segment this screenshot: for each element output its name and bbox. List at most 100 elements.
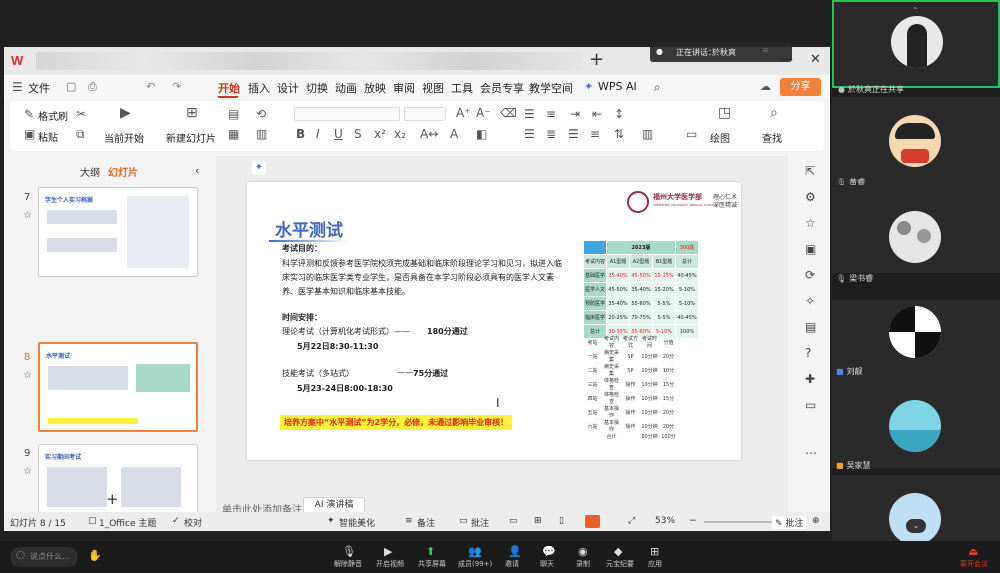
find-button[interactable]: 查找: [762, 130, 782, 145]
ai-assistant-icon[interactable]: ✦: [252, 161, 266, 175]
cut-icon[interactable]: ✂: [76, 107, 86, 121]
theme-name[interactable]: 1_Office 主题: [99, 516, 156, 529]
format-painter-button[interactable]: 格式刷: [38, 108, 68, 123]
participant-tile[interactable]: ⌄: [832, 475, 1000, 545]
star-icon[interactable]: ☆: [23, 370, 32, 381]
menu-tab-review[interactable]: 审阅: [393, 80, 415, 96]
expand-list-icon[interactable]: ⌄: [906, 519, 926, 533]
outdent-icon[interactable]: ⇤: [592, 107, 602, 121]
slide-thumbnail-8[interactable]: 水平测试: [38, 342, 198, 432]
line-spacing-icon[interactable]: ↕: [614, 107, 624, 121]
apps-icon[interactable]: ⊞: [650, 545, 659, 558]
mic-muted-icon[interactable]: 🎙: [342, 545, 356, 558]
start-video-button[interactable]: 开启视频: [376, 559, 404, 569]
template-icon[interactable]: ▣: [805, 242, 816, 256]
align-right-icon[interactable]: ☰: [568, 127, 579, 141]
italic-icon[interactable]: I: [316, 127, 320, 141]
align-left-icon[interactable]: ☰: [524, 127, 535, 141]
slide-thumbnail-7[interactable]: 学生个人实习档案: [38, 187, 198, 277]
quick-save-icon[interactable]: ▢: [66, 80, 76, 93]
share-button[interactable]: 分享: [780, 78, 821, 96]
fit-window-icon[interactable]: ⤢: [628, 516, 635, 526]
quick-print-icon[interactable]: ⎙: [88, 80, 97, 94]
menu-tab-teaching[interactable]: 教学空间: [529, 80, 573, 96]
unmute-button[interactable]: 解除静音: [334, 559, 362, 569]
zoom-out-icon[interactable]: −: [689, 516, 697, 526]
cloud-sync-icon[interactable]: ☁: [760, 80, 771, 93]
tab-outline[interactable]: 大纲: [80, 164, 100, 179]
properties-icon[interactable]: ⚙: [805, 190, 816, 204]
clear-format-icon[interactable]: ⌫: [500, 106, 517, 120]
menu-tab-home[interactable]: 开始: [218, 80, 240, 96]
menu-tab-insert[interactable]: 插入: [248, 80, 270, 96]
more-icon[interactable]: ⋯: [805, 446, 817, 460]
arrange-icon[interactable]: ▥: [256, 127, 267, 141]
bullets-icon[interactable]: ☰: [524, 107, 535, 121]
settings-icon[interactable]: ✧: [805, 294, 815, 308]
leave-icon[interactable]: ⏏: [968, 545, 978, 558]
participant-tile[interactable]: ■ 刘靓: [832, 300, 1000, 388]
font-color-icon[interactable]: A: [450, 127, 458, 141]
yuanbao-notes-icon[interactable]: ◆: [614, 545, 622, 558]
underline-icon[interactable]: U: [334, 127, 343, 141]
reset-icon[interactable]: ⟲: [256, 107, 266, 121]
superscript-icon[interactable]: x²: [374, 127, 386, 141]
close-icon[interactable]: ✕: [810, 52, 821, 67]
numbering-icon[interactable]: ≡: [546, 107, 556, 121]
text-direction-icon[interactable]: ⇅: [614, 127, 624, 141]
chat-icon[interactable]: 💬: [542, 545, 556, 558]
slide-canvas[interactable]: 福州大学医学部 SHENZHEN UNIVERSITY MEDICAL SCHO…: [247, 182, 741, 460]
columns-icon[interactable]: ▥: [642, 127, 653, 141]
new-slide-button[interactable]: 新建幻灯片: [166, 130, 216, 145]
notes-button[interactable]: 备注: [417, 516, 435, 529]
members-button[interactable]: 成员(99+): [458, 559, 492, 569]
select-tool-icon[interactable]: ⇱: [805, 164, 815, 178]
tab-slides[interactable]: 幻灯片: [108, 164, 138, 179]
layout-icon[interactable]: ▤: [228, 107, 239, 121]
indent-icon[interactable]: ⇥: [570, 107, 580, 121]
participant-tile-sharer[interactable]: ⌃ ● 於秋爽正在共享: [832, 0, 1000, 94]
menu-tab-tools[interactable]: 工具: [451, 80, 473, 96]
participant-tile[interactable]: 🎙 黄睿: [832, 97, 1000, 187]
highlight-icon[interactable]: ◧: [476, 127, 487, 141]
add-slide-icon[interactable]: +: [106, 490, 119, 508]
puzzle-icon[interactable]: ✚: [805, 372, 815, 386]
reading-view-icon[interactable]: ▯: [559, 516, 564, 526]
drawing-button[interactable]: 绘图: [710, 130, 730, 145]
slideshow-play-button[interactable]: [585, 515, 600, 528]
star-icon[interactable]: ☆: [805, 216, 816, 230]
menu-wps-ai[interactable]: WPS AI: [598, 80, 637, 93]
char-spacing-icon[interactable]: A↔: [420, 127, 438, 141]
leave-meeting-button[interactable]: 离开会议: [960, 559, 988, 569]
paste-button[interactable]: 粘贴: [38, 129, 58, 144]
sorter-view-icon[interactable]: ⊞: [534, 516, 542, 526]
font-shrink-icon[interactable]: A⁻: [476, 106, 491, 120]
section-icon[interactable]: ▦: [228, 127, 239, 141]
star-icon[interactable]: ☆: [23, 210, 32, 221]
book-icon[interactable]: ▤: [805, 320, 816, 334]
menu-tab-design[interactable]: 设计: [277, 80, 299, 96]
redo-icon[interactable]: ↷: [172, 80, 181, 93]
search-icon[interactable]: ⌕: [654, 80, 661, 95]
hamburger-menu-icon[interactable]: ☰: [12, 80, 23, 94]
menu-file[interactable]: 文件: [28, 80, 50, 96]
annotate-button[interactable]: ✎ 批注: [772, 516, 807, 529]
new-tab-button[interactable]: +: [589, 49, 604, 70]
subscript-icon[interactable]: x₂: [394, 127, 406, 141]
text-box-icon[interactable]: ▭: [686, 127, 697, 141]
beautify-button[interactable]: 智能美化: [339, 516, 375, 529]
zoom-level[interactable]: 53%: [655, 516, 675, 526]
font-grow-icon[interactable]: A⁺: [456, 106, 471, 120]
apps-button[interactable]: 应用: [648, 559, 662, 569]
collapse-arrow-icon[interactable]: ⌃: [912, 6, 919, 15]
invite-icon[interactable]: 👤: [508, 545, 522, 558]
menu-tab-animation[interactable]: 动画: [335, 80, 357, 96]
menu-tab-transition[interactable]: 切换: [306, 80, 328, 96]
undo-icon[interactable]: ↶: [146, 80, 155, 93]
font-size-select[interactable]: [404, 107, 446, 121]
participant-tile[interactable]: 🎙 梁书睿: [832, 185, 1000, 283]
from-current-button[interactable]: 当前开始: [104, 130, 144, 145]
menu-tab-slideshow[interactable]: 放映: [364, 80, 386, 96]
raise-hand-icon[interactable]: ✋: [88, 549, 102, 562]
invite-button[interactable]: 邀请: [505, 559, 519, 569]
